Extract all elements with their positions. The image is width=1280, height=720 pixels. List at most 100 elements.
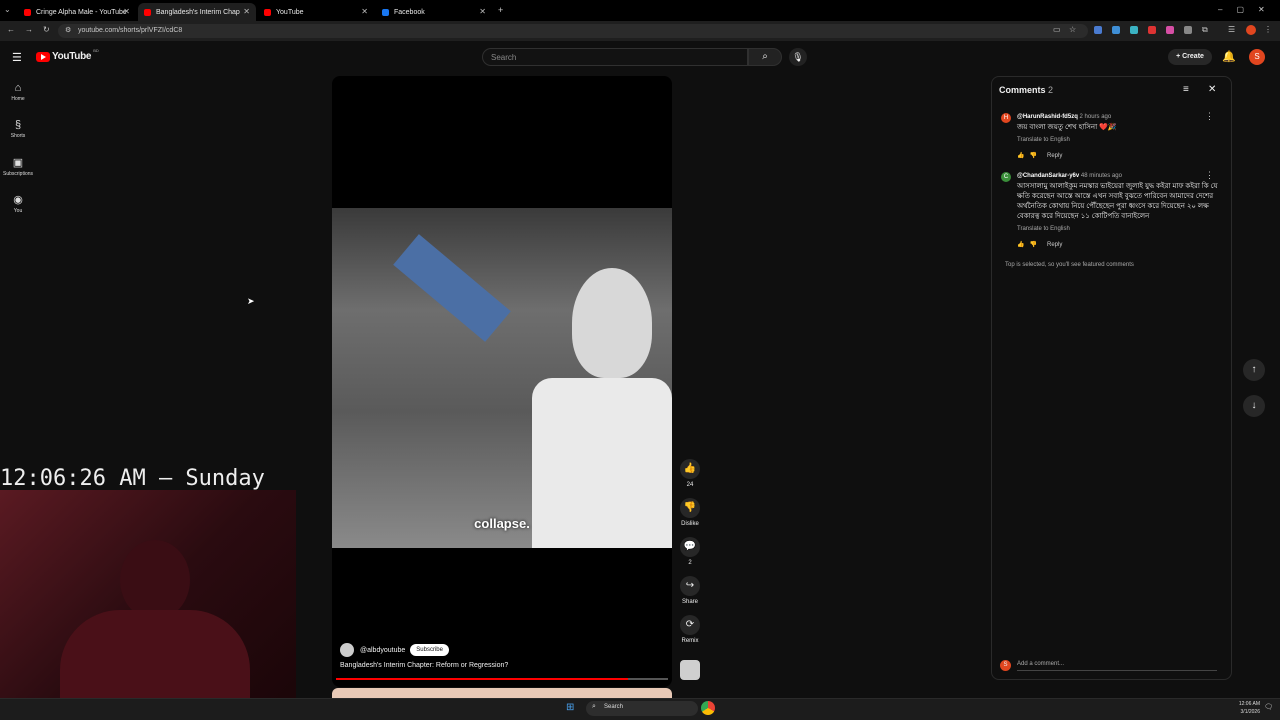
extension-icon[interactable] xyxy=(1094,26,1102,34)
comment-username: @ChandanSarkar-y6v xyxy=(1017,173,1080,179)
tab-1[interactable]: Bangladesh's Interim Chap ✕ xyxy=(138,3,256,21)
reply-button[interactable]: Reply xyxy=(1047,153,1062,159)
commenter-avatar[interactable]: H xyxy=(1001,113,1011,123)
home-icon: ⌂ xyxy=(14,82,22,94)
comment-more-icon[interactable]: ⋮ xyxy=(1205,170,1214,181)
remix-icon: ⟳ xyxy=(680,615,700,635)
tab-2[interactable]: YouTube ✕ xyxy=(258,3,374,21)
tab-3[interactable]: Facebook ✕ xyxy=(376,3,492,21)
subscribe-button[interactable]: Subscribe xyxy=(410,644,449,656)
taskbar-clock[interactable]: 12:06 AM 3/1/2026 xyxy=(1222,700,1260,716)
comments-button[interactable]: 💬 2 xyxy=(679,537,701,566)
bookmark-star-icon[interactable]: ☆ xyxy=(1069,25,1076,34)
commenter-avatar[interactable]: C xyxy=(1001,172,1011,182)
sort-icon[interactable]: ≡ xyxy=(1183,84,1189,95)
profile-avatar[interactable] xyxy=(1246,25,1256,35)
comment-username: @HarunRashid-fd5zq xyxy=(1017,114,1078,120)
more-menu-icon[interactable]: ⋮ xyxy=(1264,25,1272,34)
close-icon[interactable]: ✕ xyxy=(1208,84,1216,95)
sidebar-item-home[interactable]: ⌂ Home xyxy=(0,82,36,102)
search-icon: ⌕ xyxy=(762,51,768,62)
next-short-peek[interactable] xyxy=(332,688,672,698)
search-button[interactable]: ⌕ xyxy=(748,48,782,66)
comment-author[interactable]: @HarunRashid-fd5zq 2 hours ago xyxy=(1017,114,1111,120)
search-placeholder: Search xyxy=(491,53,517,62)
channel-name[interactable]: @albdyoutube xyxy=(360,647,405,654)
youtube-play-icon xyxy=(36,51,50,62)
like-button[interactable]: 👍 24 xyxy=(679,459,701,488)
extensions-puzzle-icon[interactable]: ⧉ xyxy=(1202,25,1208,35)
thumbs-down-icon: 👎 xyxy=(680,498,700,518)
extension-icon[interactable] xyxy=(1112,26,1120,34)
notification-icon[interactable]: 🗨 xyxy=(1264,703,1273,711)
facebook-favicon-icon xyxy=(382,8,389,16)
site-info-icon[interactable]: ⚙ xyxy=(65,26,71,34)
thumbs-up-icon[interactable]: 👍 xyxy=(1017,242,1024,248)
remix-label: Remix xyxy=(681,638,699,644)
comment-count: 2 xyxy=(688,560,692,566)
microphone-icon: 🎙 xyxy=(792,52,804,62)
tab-close-icon[interactable]: ✕ xyxy=(361,7,368,16)
sidebar-item-you[interactable]: ◉ You xyxy=(0,193,36,214)
sidebar-item-subscriptions[interactable]: ▣ Subscriptions xyxy=(0,156,36,177)
forward-icon[interactable]: → xyxy=(25,25,33,34)
sound-thumbnail[interactable] xyxy=(680,660,700,680)
create-label: Create xyxy=(1182,53,1204,60)
tab-title: YouTube xyxy=(276,8,304,16)
previous-short-button[interactable]: ↑ xyxy=(1243,359,1265,381)
webcam-person xyxy=(120,540,190,620)
comments-header: Comments 2 xyxy=(999,85,1053,95)
search-input[interactable]: Search xyxy=(482,48,748,66)
tab-close-icon[interactable]: ✕ xyxy=(243,7,250,16)
menu-icon[interactable]: ☰ xyxy=(1228,25,1235,34)
account-avatar[interactable]: S xyxy=(1249,49,1265,65)
thumbs-up-icon[interactable]: 👍 xyxy=(1017,153,1024,159)
tab-0[interactable]: Cringe Alpha Male - YouTube ✕ xyxy=(18,3,136,21)
extension-icon[interactable] xyxy=(1148,26,1156,34)
translate-link[interactable]: Translate to English xyxy=(1017,226,1070,232)
guide-menu-icon[interactable]: ☰ xyxy=(12,51,22,64)
create-button[interactable]: + Create xyxy=(1168,49,1212,65)
sidebar-item-shorts[interactable]: § Shorts xyxy=(0,119,36,139)
tab-search-icon[interactable]: ⌄ xyxy=(4,5,11,14)
extension-icon[interactable] xyxy=(1166,26,1174,34)
youtube-logo[interactable]: YouTube BD xyxy=(36,48,99,62)
voice-search-button[interactable]: 🎙 xyxy=(789,48,807,66)
tab-close-icon[interactable]: ✕ xyxy=(123,7,130,16)
windows-start-icon[interactable]: ⊞ xyxy=(566,702,574,713)
back-icon[interactable]: ← xyxy=(7,25,15,34)
video-title[interactable]: Bangladesh's Interim Chapter: Reform or … xyxy=(340,662,508,669)
mouse-cursor-icon: ➤ xyxy=(247,296,255,306)
webcam-overlay xyxy=(0,490,296,720)
new-tab-button[interactable]: + xyxy=(498,5,503,15)
comment-time: 48 minutes ago xyxy=(1080,173,1122,179)
overlay-clock: 12:06:26 AM – Sunday xyxy=(0,466,265,491)
extension-icon[interactable] xyxy=(1184,26,1192,34)
dislike-button[interactable]: 👎 Dislike xyxy=(679,498,701,527)
comment-more-icon[interactable]: ⋮ xyxy=(1205,111,1214,122)
comment-text: জয় বাংলা জয়তু শেখ হাসিনা ❤️🎉 xyxy=(1017,124,1117,131)
you-icon: ◉ xyxy=(13,194,23,206)
video-frame[interactable] xyxy=(332,208,672,548)
chrome-taskbar-icon[interactable] xyxy=(701,701,715,715)
video-subject xyxy=(393,234,511,342)
thumbs-down-icon[interactable]: 👎 xyxy=(1030,153,1037,159)
reload-icon[interactable]: ↻ xyxy=(43,25,50,34)
channel-avatar[interactable] xyxy=(340,643,354,657)
extension-icon[interactable] xyxy=(1130,26,1138,34)
taskbar-search[interactable]: ⌕ Search xyxy=(586,701,698,716)
tab-close-icon[interactable]: ✕ xyxy=(479,7,486,16)
remix-button[interactable]: ⟳ Remix xyxy=(679,615,701,644)
comment-author[interactable]: @ChandanSarkar-y6v 48 minutes ago xyxy=(1017,173,1122,179)
notifications-bell-icon[interactable]: 🔔 xyxy=(1222,50,1236,63)
cast-icon[interactable]: ▭ xyxy=(1053,25,1061,34)
sidebar-item-label: You xyxy=(13,208,23,214)
reply-button[interactable]: Reply xyxy=(1047,242,1062,248)
next-short-button[interactable]: ↓ xyxy=(1243,395,1265,417)
address-bar[interactable]: ⚙ youtube.com/shorts/prlVFZI/cdC8 xyxy=(58,24,1088,38)
translate-link[interactable]: Translate to English xyxy=(1017,137,1070,143)
thumbs-down-icon[interactable]: 👎 xyxy=(1030,242,1037,248)
share-button[interactable]: ↪ Share xyxy=(679,576,701,605)
window-controls[interactable]: –▢✕ xyxy=(1218,5,1279,14)
add-comment-input[interactable]: Add a comment... xyxy=(1017,661,1217,671)
